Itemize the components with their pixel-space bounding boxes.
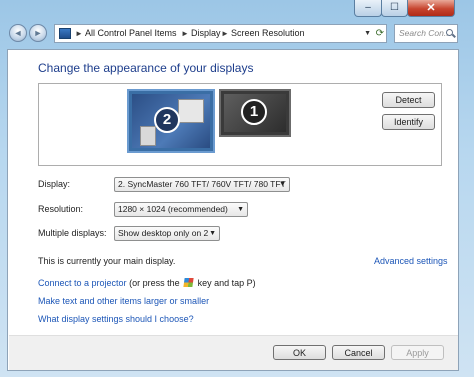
projector-hint-text: key and tap P) xyxy=(197,278,256,288)
address-bar[interactable]: ► All Control Panel Items ► Display ► Sc… xyxy=(54,24,387,43)
dropdown-arrow-icon: ▼ xyxy=(279,181,286,188)
monitor-number-badge: 2 xyxy=(154,107,180,133)
window-thumbnail xyxy=(140,126,156,146)
display-select-value: 2. SyncMaster 760 TFT/ 760V TFT/ 780 TFT xyxy=(118,179,286,189)
text-size-link[interactable]: Make text and other items larger or smal… xyxy=(38,296,209,306)
monitor-1-thumbnail[interactable]: 1 xyxy=(219,89,291,137)
advanced-settings-link[interactable]: Advanced settings xyxy=(374,256,448,266)
minimize-button[interactable]: – xyxy=(354,0,382,17)
back-button[interactable]: ◄ xyxy=(9,24,27,42)
address-dropdown-icon[interactable]: ▼ xyxy=(364,25,371,42)
close-icon: ✕ xyxy=(426,2,436,14)
connect-projector-link[interactable]: Connect to a projector xyxy=(38,278,127,288)
search-icon[interactable] xyxy=(446,29,453,36)
breadcrumb-screen-resolution[interactable]: Screen Resolution xyxy=(231,25,305,42)
resolution-select-value: 1280 × 1024 (recommended) xyxy=(118,204,228,214)
breadcrumb-separator-icon[interactable]: ► xyxy=(75,25,83,42)
search-box[interactable]: Search Con... xyxy=(394,24,458,43)
breadcrumb-separator-icon[interactable]: ► xyxy=(181,25,189,42)
projector-line: Connect to a projector (or press the key… xyxy=(38,278,256,288)
monitor-number-badge: 1 xyxy=(241,99,267,125)
multiple-displays-select-value: Show desktop only on 2 xyxy=(118,228,209,238)
resolution-label: Resolution: xyxy=(38,204,84,214)
maximize-button[interactable]: ☐ xyxy=(381,0,408,17)
title-bar: – ☐ ✕ xyxy=(0,0,474,20)
cancel-button[interactable]: Cancel xyxy=(332,345,385,360)
display-select[interactable]: 2. SyncMaster 760 TFT/ 760V TFT/ 780 TFT… xyxy=(114,177,290,192)
control-panel-icon xyxy=(59,28,71,39)
refresh-icon[interactable]: ⟳ xyxy=(376,25,384,42)
window-thumbnail xyxy=(178,99,204,123)
identify-button[interactable]: Identify xyxy=(382,114,435,130)
minimize-icon: – xyxy=(365,2,371,13)
windows-logo-icon xyxy=(183,278,194,287)
monitor-2-thumbnail[interactable]: 2 xyxy=(127,89,215,153)
maximize-icon: ☐ xyxy=(390,2,399,13)
close-button[interactable]: ✕ xyxy=(407,0,455,17)
search-placeholder: Search Con... xyxy=(399,28,451,38)
display-settings-help-link[interactable]: What display settings should I choose? xyxy=(38,314,194,324)
content-panel: Change the appearance of your displays 2… xyxy=(7,49,459,371)
forward-button[interactable]: ► xyxy=(29,24,47,42)
page-title: Change the appearance of your displays xyxy=(38,61,254,75)
multiple-displays-select[interactable]: Show desktop only on 2 ▼ xyxy=(114,226,220,241)
breadcrumb-display[interactable]: Display xyxy=(191,25,221,42)
ok-button[interactable]: OK xyxy=(273,345,326,360)
main-display-status: This is currently your main display. xyxy=(38,256,176,266)
breadcrumb-all-control-panel-items[interactable]: All Control Panel Items xyxy=(85,25,177,42)
forward-arrow-icon: ► xyxy=(33,28,43,38)
navigation-bar: ◄ ► ► All Control Panel Items ► Display … xyxy=(0,20,474,44)
multiple-displays-label: Multiple displays: xyxy=(38,228,107,238)
dropdown-arrow-icon: ▼ xyxy=(209,230,216,237)
display-label: Display: xyxy=(38,179,71,189)
dropdown-arrow-icon: ▼ xyxy=(237,206,244,213)
apply-button[interactable]: Apply xyxy=(391,345,444,360)
projector-hint-text: (or press the xyxy=(129,278,180,288)
resolution-select[interactable]: 1280 × 1024 (recommended) ▼ xyxy=(114,202,248,217)
back-arrow-icon: ◄ xyxy=(13,28,23,38)
detect-button[interactable]: Detect xyxy=(382,92,435,108)
breadcrumb-separator-icon[interactable]: ► xyxy=(221,25,229,42)
window: – ☐ ✕ ◄ ► ► All Control Panel Items ► Di… xyxy=(0,0,474,377)
